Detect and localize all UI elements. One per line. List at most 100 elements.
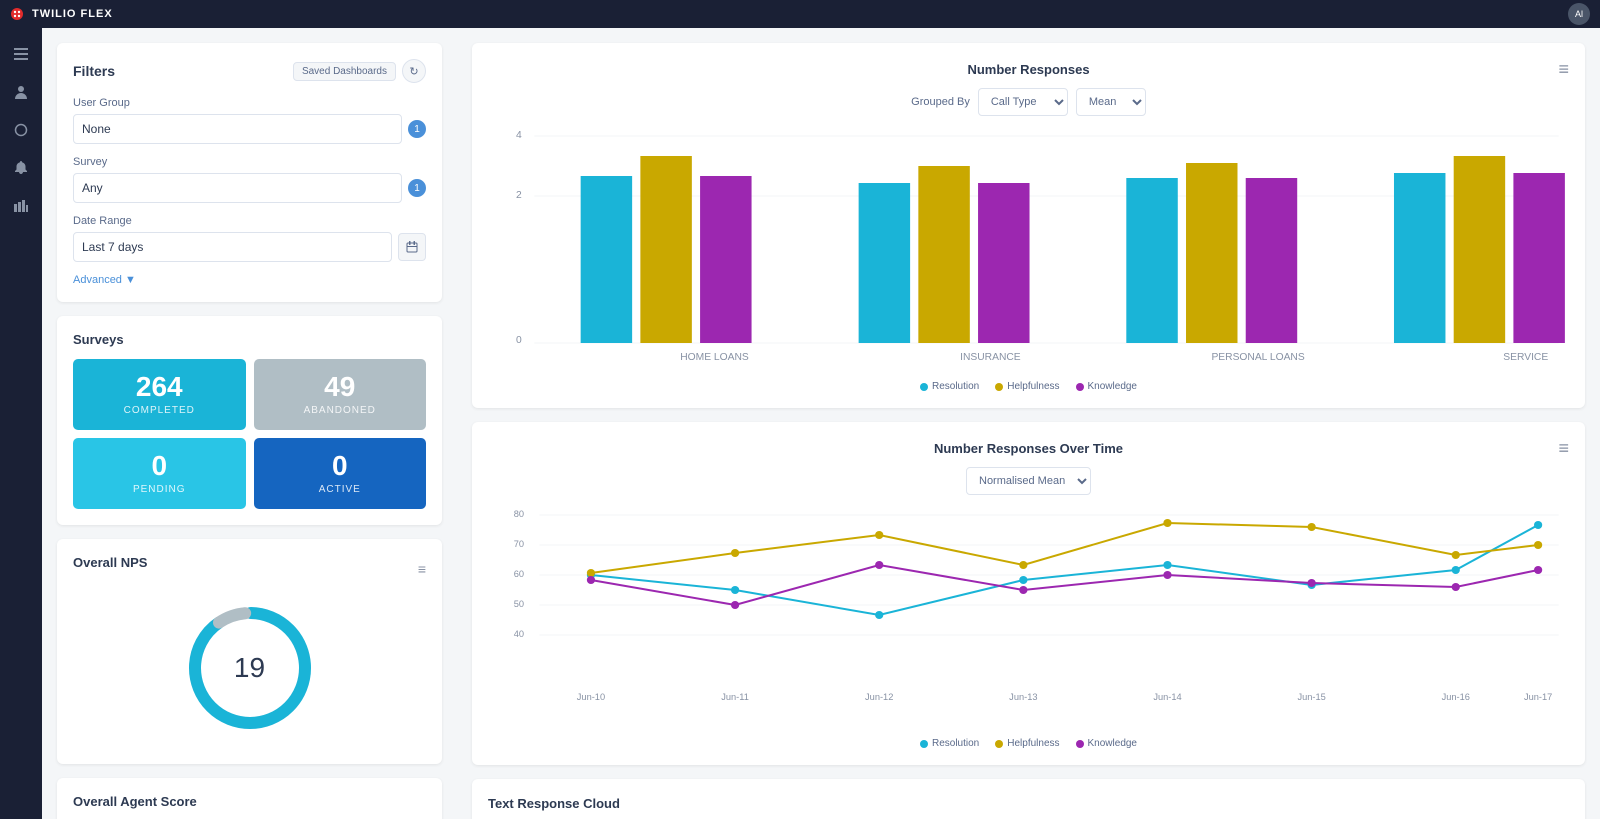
pending-stat: 0 PENDING (73, 438, 246, 509)
svg-text:Jun-14: Jun-14 (1153, 692, 1181, 702)
sidebar-item-circle[interactable] (5, 114, 37, 146)
svg-text:Jun-15: Jun-15 (1297, 692, 1325, 702)
calendar-button[interactable] (398, 233, 426, 261)
svg-text:70: 70 (514, 539, 524, 549)
main-wrapper: Filters Saved Dashboards ↻ User Group No… (42, 28, 1600, 819)
sidebar (0, 28, 42, 819)
user-group-badge: 1 (408, 120, 426, 138)
word-cloud-area: help very service horrible mistake excel… (488, 813, 1569, 819)
svg-text:INSURANCE: INSURANCE (960, 352, 1021, 363)
grouped-by-select[interactable]: Call Type (978, 88, 1068, 116)
svg-text:50: 50 (514, 599, 524, 609)
completed-stat: 264 COMPLETED (73, 359, 246, 430)
topbar: TWILIO FLEX Al (0, 0, 1600, 28)
date-range-group: Date Range (73, 215, 426, 262)
word-cloud-card: Text Response Cloud help very service ho… (472, 779, 1585, 819)
sidebar-item-menu[interactable] (5, 38, 37, 70)
line-chart-card: Number Responses Over Time ≡ Normalised … (472, 422, 1585, 765)
svg-text:60: 60 (514, 569, 524, 579)
surveys-card: Surveys 264 COMPLETED 49 ABANDONED 0 PEN… (57, 316, 442, 525)
nps-value: 19 (234, 652, 265, 684)
sidebar-item-chart[interactable] (5, 190, 37, 222)
line-chart-legend: Resolution Helpfulness Knowledge (488, 738, 1569, 749)
advanced-link[interactable]: Advanced ▼ (73, 274, 426, 286)
svg-text:Jun-12: Jun-12 (865, 692, 893, 702)
bar-chart-card: Number Responses ≡ Grouped By Call Type … (472, 43, 1585, 408)
line-chart-menu[interactable]: ≡ (1558, 438, 1569, 459)
sidebar-item-person[interactable] (5, 76, 37, 108)
pending-label: PENDING (83, 484, 236, 495)
user-group-select[interactable]: None (73, 114, 402, 144)
filters-card: Filters Saved Dashboards ↻ User Group No… (57, 43, 442, 302)
abandoned-value: 49 (264, 373, 417, 401)
active-stat: 0 ACTIVE (254, 438, 427, 509)
completed-label: COMPLETED (83, 405, 236, 416)
avatar[interactable]: Al (1568, 3, 1590, 25)
left-panel: Filters Saved Dashboards ↻ User Group No… (42, 28, 457, 819)
saved-dashboards-button[interactable]: Saved Dashboards (293, 62, 396, 81)
nps-menu[interactable]: ≡ (418, 561, 426, 577)
word-cloud-title: Text Response Cloud (488, 796, 620, 811)
grouped-by-label: Grouped By (911, 96, 970, 108)
measure-select[interactable]: Mean (1076, 88, 1146, 116)
svg-text:0: 0 (516, 335, 522, 346)
agent-score-card: Overall Agent Score Normalised Mean (57, 778, 442, 819)
knowledge-dot (1076, 383, 1084, 391)
bar-chart-svg: 4 2 0 HOME LOANS INSURANCE (488, 128, 1569, 368)
filters-header: Filters Saved Dashboards ↻ (73, 59, 426, 83)
completed-value: 264 (83, 373, 236, 401)
svg-text:40: 40 (514, 629, 524, 639)
surveys-title: Surveys (73, 332, 426, 347)
resolution-dot (920, 383, 928, 391)
bar-chart-menu[interactable]: ≡ (1558, 59, 1569, 80)
abandoned-stat: 49 ABANDONED (254, 359, 427, 430)
legend-helpfulness: Helpfulness (995, 381, 1059, 392)
nps-card: Overall NPS ≡ 19 (57, 539, 442, 764)
legend-knowledge: Knowledge (1076, 381, 1137, 392)
topbar-right: Al (1568, 3, 1590, 25)
nps-donut: 19 (180, 598, 320, 738)
svg-text:PERSONAL LOANS: PERSONAL LOANS (1211, 352, 1304, 363)
survey-label: Survey (73, 156, 426, 168)
active-label: ACTIVE (264, 484, 417, 495)
svg-text:4: 4 (516, 130, 522, 141)
nps-title: Overall NPS (73, 555, 147, 570)
survey-select[interactable]: Any (73, 173, 402, 203)
survey-badge: 1 (408, 179, 426, 197)
svg-text:Jun-10: Jun-10 (577, 692, 605, 702)
user-group-label: User Group (73, 97, 426, 109)
user-group-group: User Group None 1 (73, 97, 426, 144)
svg-text:80: 80 (514, 509, 524, 519)
abandoned-label: ABANDONED (264, 405, 417, 416)
svg-text:HOME LOANS: HOME LOANS (680, 352, 749, 363)
bar-chart-title: Number Responses (967, 62, 1089, 77)
svg-text:Jun-13: Jun-13 (1009, 692, 1037, 702)
agent-score-title: Overall Agent Score (73, 794, 426, 809)
active-value: 0 (264, 452, 417, 480)
topbar-left: TWILIO FLEX (10, 7, 113, 21)
line-resolution-dot (920, 740, 928, 748)
svg-text:Jun-17: Jun-17 (1524, 692, 1552, 702)
helpfulness-dot (995, 383, 1003, 391)
line-knowledge-dot (1076, 740, 1084, 748)
line-legend-knowledge: Knowledge (1076, 738, 1137, 749)
sidebar-item-bell[interactable] (5, 152, 37, 184)
twilio-icon (10, 7, 24, 21)
line-legend-helpfulness: Helpfulness (995, 738, 1059, 749)
line-chart-title: Number Responses Over Time (934, 441, 1123, 456)
right-panel: Number Responses ≡ Grouped By Call Type … (457, 28, 1600, 819)
survey-group: Survey Any 1 (73, 156, 426, 203)
line-chart-svg: 80 70 60 50 40 Jun-10 Jun-11 Jun-12 Jun-… (488, 505, 1569, 725)
bar-chart-area: 4 2 0 HOME LOANS INSURANCE (488, 128, 1569, 373)
svg-text:Jun-11: Jun-11 (721, 692, 749, 702)
date-range-label: Date Range (73, 215, 426, 227)
line-legend-resolution: Resolution (920, 738, 979, 749)
line-chart-area: 80 70 60 50 40 Jun-10 Jun-11 Jun-12 Jun-… (488, 505, 1569, 730)
line-chart-measure-select[interactable]: Normalised Mean (966, 467, 1091, 495)
date-range-input[interactable] (73, 232, 392, 262)
legend-resolution: Resolution (920, 381, 979, 392)
line-helpfulness-dot (995, 740, 1003, 748)
pending-value: 0 (83, 452, 236, 480)
app-name: TWILIO FLEX (32, 8, 113, 20)
refresh-button[interactable]: ↻ (402, 59, 426, 83)
